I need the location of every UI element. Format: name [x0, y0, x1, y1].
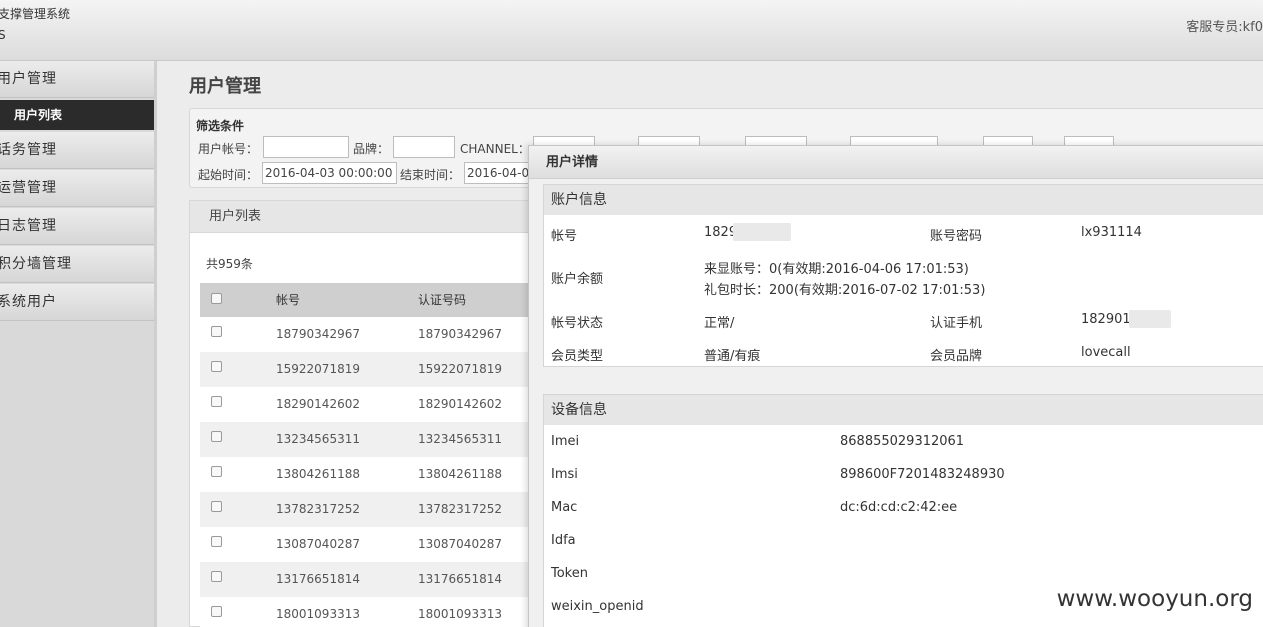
row-checkbox[interactable] [211, 501, 222, 512]
end-time-input[interactable]: 2016-04-0 [464, 162, 534, 184]
column-header-verified-number: 认证号码 [418, 293, 467, 307]
cell-account: 18001093313 [276, 607, 360, 621]
redacted-mask [1129, 310, 1171, 328]
imei-label: Imei [551, 434, 580, 449]
status-value: 正常/ [704, 316, 735, 331]
channel-label: CHANNEL： [460, 142, 530, 156]
sidebar-item-system-users[interactable]: 系统用户 [0, 284, 154, 321]
row-checkbox[interactable] [211, 396, 222, 407]
dialog-title: 用户详情 [529, 146, 1263, 179]
start-time-label: 起始时间： [198, 168, 259, 182]
cell-verified-number: 13176651814 [418, 572, 502, 586]
cell-verified-number: 13087040287 [418, 537, 502, 551]
cell-account: 13804261188 [276, 467, 360, 481]
row-checkbox[interactable] [211, 536, 222, 547]
user-account-label: 用户帐号： [198, 142, 259, 156]
password-value: lx931114 [1081, 225, 1142, 240]
verified-phone-value: 182901 [1081, 312, 1131, 327]
cell-verified-number: 15922071819 [418, 362, 502, 376]
start-time-input[interactable]: 2016-04-03 00:00:00 [262, 162, 397, 184]
sidebar: 用户管理 用户列表 话务管理 运营管理 日志管理 积分墙管理 系统用户 [0, 61, 157, 627]
brand-input[interactable] [393, 136, 455, 158]
cell-verified-number: 13234565311 [418, 432, 502, 446]
row-checkbox[interactable] [211, 466, 222, 477]
idfa-label: Idfa [551, 533, 576, 548]
record-count: 共959条 [206, 257, 253, 271]
table-row[interactable]: 13804261188 13804261188 [200, 457, 540, 492]
verified-phone-label: 认证手机 [930, 316, 983, 331]
table-row[interactable]: 13782317252 13782317252 [200, 492, 540, 527]
account-info-section: 账户信息 帐号 1829 账号密码 lx931114 账户余额 来显账号：0(有… [543, 184, 1263, 367]
cell-verified-number: 18001093313 [418, 607, 502, 621]
table-row[interactable]: 15922071819 15922071819 [200, 352, 540, 387]
staff-label: 客服专员:kf0 [1186, 20, 1263, 35]
cell-verified-number: 18290142602 [418, 397, 502, 411]
app-header: 支撑管理系统 S 客服专员:kf0 [0, 0, 1263, 61]
table-row[interactable]: 18790342967 18790342967 [200, 317, 540, 352]
table-row[interactable]: 13176651814 13176651814 [200, 562, 540, 597]
brand-label: 品牌： [353, 142, 390, 156]
user-list-title: 用户列表 [190, 201, 538, 233]
sidebar-item-operations[interactable]: 运营管理 [0, 170, 154, 207]
account-info-title: 账户信息 [544, 185, 1263, 215]
table-row[interactable]: 13087040287 13087040287 [200, 527, 540, 562]
row-checkbox[interactable] [211, 326, 222, 337]
sidebar-item-logs[interactable]: 日志管理 [0, 208, 154, 245]
sidebar-subitem-user-list[interactable]: 用户列表 [0, 100, 154, 130]
balance-line-1: 来显账号：0(有效期:2016-04-06 17:01:53) [704, 262, 969, 277]
cell-verified-number: 13782317252 [418, 502, 502, 516]
system-subtitle: S [0, 28, 6, 42]
sidebar-item-call-management[interactable]: 话务管理 [0, 132, 154, 169]
user-list-panel: 用户列表 共959条 帐号 认证号码 18790342967 187903429… [189, 200, 540, 627]
cell-verified-number: 18790342967 [418, 327, 502, 341]
user-account-input[interactable] [263, 136, 349, 158]
member-brand-label: 会员品牌 [930, 349, 983, 364]
status-label: 帐号状态 [551, 316, 604, 331]
member-brand-value: lovecall [1081, 345, 1131, 360]
table-row[interactable]: 18290142602 18290142602 [200, 387, 540, 422]
password-label: 账号密码 [930, 229, 983, 244]
user-detail-dialog: 用户详情 账户信息 帐号 1829 账号密码 lx931114 账户余额 来显账… [528, 145, 1263, 627]
weixin-openid-label: weixin_openid [551, 599, 644, 614]
watermark: www.wooyun.org [1056, 586, 1253, 612]
cell-account: 18290142602 [276, 397, 360, 411]
table-header: 帐号 认证号码 [200, 283, 540, 317]
cell-account: 13087040287 [276, 537, 360, 551]
sidebar-item-user-management[interactable]: 用户管理 [0, 61, 154, 98]
select-all-checkbox[interactable] [211, 293, 222, 304]
imsi-value: 898600F7201483248930 [840, 467, 1005, 482]
mac-label: Mac [551, 500, 578, 515]
balance-line-2: 礼包时长：200(有效期:2016-07-02 17:01:53) [704, 283, 986, 298]
page-title: 用户管理 [189, 76, 261, 97]
row-checkbox[interactable] [211, 361, 222, 372]
sidebar-item-points-wall[interactable]: 积分墙管理 [0, 246, 154, 283]
row-checkbox[interactable] [211, 431, 222, 442]
row-checkbox[interactable] [211, 571, 222, 582]
cell-account: 15922071819 [276, 362, 360, 376]
redacted-mask [733, 223, 791, 241]
cell-account: 13782317252 [276, 502, 360, 516]
balance-label: 账户余额 [551, 272, 604, 287]
end-time-label: 结束时间： [400, 168, 461, 182]
row-checkbox[interactable] [211, 606, 222, 617]
cell-account: 13176651814 [276, 572, 360, 586]
table-row[interactable]: 18001093313 18001093313 [200, 597, 540, 627]
cell-account: 13234565311 [276, 432, 360, 446]
imsi-label: Imsi [551, 467, 578, 482]
member-type-value: 普通/有痕 [704, 349, 761, 364]
system-name: 支撑管理系统 [0, 7, 71, 21]
cell-verified-number: 13804261188 [418, 467, 502, 481]
imei-value: 868855029312061 [840, 434, 965, 449]
cell-account: 18790342967 [276, 327, 360, 341]
mac-value: dc:6d:cd:c2:42:ee [840, 500, 958, 515]
token-label: Token [551, 566, 588, 581]
filter-title: 筛选条件 [196, 119, 245, 133]
account-label: 帐号 [551, 229, 578, 244]
column-header-account: 帐号 [276, 293, 301, 307]
device-info-title: 设备信息 [544, 395, 1263, 425]
member-type-label: 会员类型 [551, 349, 604, 364]
table-row[interactable]: 13234565311 13234565311 [200, 422, 540, 457]
